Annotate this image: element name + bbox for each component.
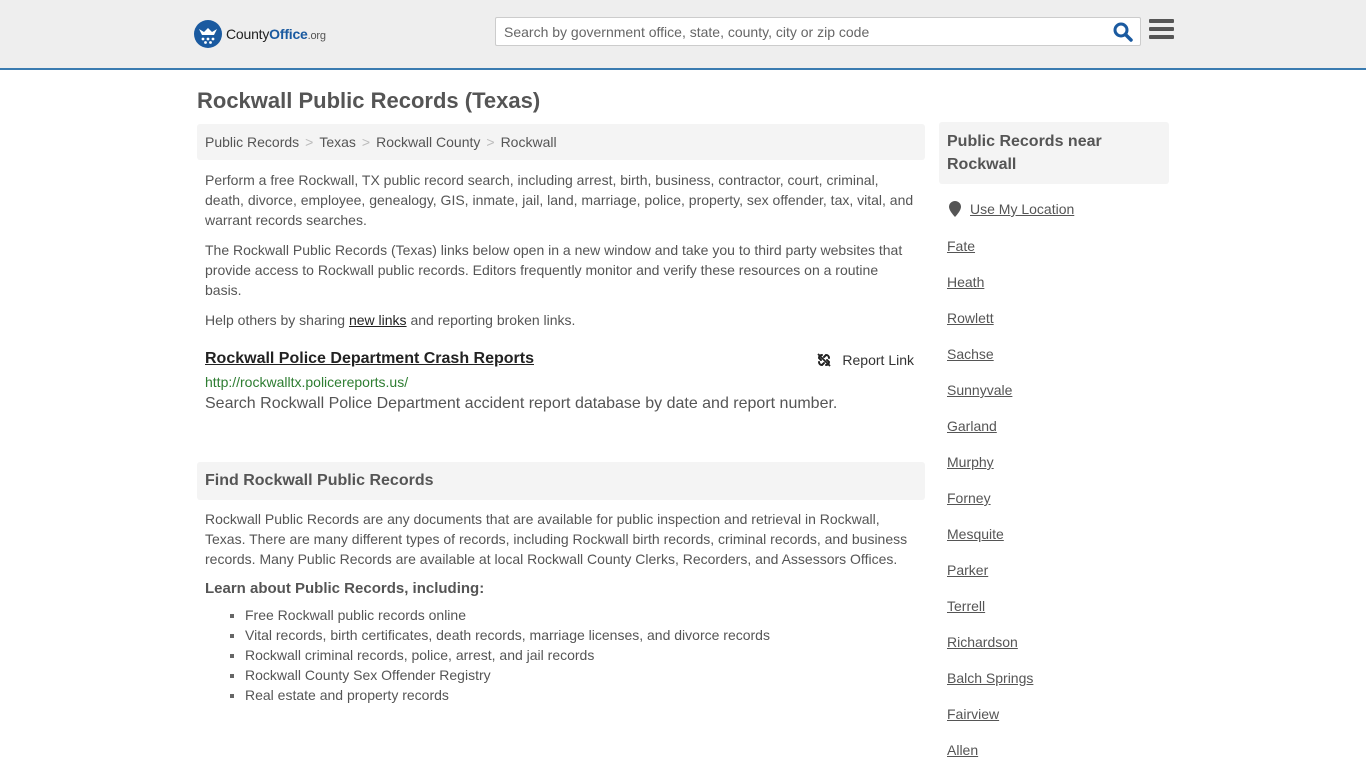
nearby-city-rowlett[interactable]: Rowlett	[947, 309, 1033, 345]
learn-list: Free Rockwall public records online Vita…	[205, 605, 917, 705]
eagle-logo-icon	[194, 20, 222, 48]
logo-text-tld: .org	[307, 30, 326, 42]
logo-text-office: Office	[269, 26, 308, 42]
breadcrumb-rockwall-county[interactable]: Rockwall County	[376, 134, 480, 150]
report-link-button[interactable]: Report Link	[816, 352, 914, 368]
search-icon	[1113, 22, 1133, 42]
nearby-city-sachse[interactable]: Sachse	[947, 345, 1033, 381]
nearby-cities-list: Fate Heath Rowlett Sachse Sunnyvale Garl…	[947, 237, 1033, 777]
intro-paragraph-2: The Rockwall Public Records (Texas) link…	[205, 242, 903, 298]
learn-heading: Learn about Public Records, including:	[205, 580, 485, 597]
nearby-city-richardson[interactable]: Richardson	[947, 633, 1033, 669]
menu-bar	[1149, 35, 1174, 39]
nearby-city-parker[interactable]: Parker	[947, 561, 1033, 597]
report-link-label: Report Link	[842, 352, 914, 368]
record-link-title[interactable]: Rockwall Police Department Crash Reports	[205, 350, 534, 367]
record-link-description: Search Rockwall Police Department accide…	[205, 395, 838, 412]
help-text-end: and reporting broken links.	[406, 312, 576, 328]
record-link-url[interactable]: http://rockwalltx.policereports.us/	[205, 374, 917, 390]
breadcrumb-texas[interactable]: Texas	[319, 134, 356, 150]
nearby-city-heath[interactable]: Heath	[947, 273, 1033, 309]
nearby-city-mesquite[interactable]: Mesquite	[947, 525, 1033, 561]
search-button[interactable]	[1112, 21, 1136, 43]
nearby-city-balch-springs[interactable]: Balch Springs	[947, 669, 1033, 705]
breadcrumb-separator: >	[305, 134, 314, 150]
breadcrumb-separator: >	[486, 134, 495, 150]
hamburger-menu-icon[interactable]	[1149, 19, 1175, 43]
new-links-link[interactable]: new links	[349, 312, 407, 328]
logo-text-county: County	[226, 26, 270, 42]
nearby-city-garland[interactable]: Garland	[947, 417, 1033, 453]
nearby-city-sunnyvale[interactable]: Sunnyvale	[947, 381, 1033, 417]
find-records-paragraph: Rockwall Public Records are any document…	[205, 511, 908, 567]
use-my-location[interactable]: Use My Location	[949, 201, 1074, 217]
help-text: Help others by sharing	[205, 312, 349, 328]
broken-link-icon	[817, 353, 832, 367]
list-item: Rockwall criminal records, police, arres…	[230, 645, 917, 665]
site-logo[interactable]: CountyOffice.org	[194, 20, 326, 48]
nearby-city-fairview[interactable]: Fairview	[947, 705, 1033, 741]
nearby-city-fate[interactable]: Fate	[947, 237, 1033, 273]
map-pin-icon	[949, 201, 961, 217]
breadcrumb-public-records[interactable]: Public Records	[205, 134, 299, 150]
site-header: CountyOffice.org	[0, 0, 1366, 70]
sidebar-heading: Public Records near Rockwall	[939, 122, 1169, 184]
nearby-city-murphy[interactable]: Murphy	[947, 453, 1033, 489]
breadcrumb-separator: >	[361, 134, 371, 150]
search-input[interactable]	[496, 18, 1106, 45]
menu-bar	[1149, 27, 1174, 31]
menu-bar	[1149, 19, 1174, 23]
list-item: Free Rockwall public records online	[230, 605, 917, 625]
nearby-city-terrell[interactable]: Terrell	[947, 597, 1033, 633]
list-item: Rockwall County Sex Offender Registry	[230, 665, 917, 685]
find-records-heading: Find Rockwall Public Records	[197, 462, 925, 500]
nearby-city-forney[interactable]: Forney	[947, 489, 1033, 525]
breadcrumb: Public Records > Texas > Rockwall County > Roc…	[197, 124, 925, 160]
use-my-location-link[interactable]: Use My Location	[970, 201, 1074, 217]
list-item: Vital records, birth certificates, death…	[230, 625, 917, 645]
find-records-section: Rockwall Public Records are any document…	[205, 509, 917, 705]
intro-paragraph-1: Perform a free Rockwall, TX public recor…	[205, 172, 914, 228]
page-title: Rockwall Public Records (Texas)	[197, 88, 541, 113]
logo-wordmark: CountyOffice.org	[226, 26, 326, 42]
list-item: Real estate and property records	[230, 685, 917, 705]
breadcrumb-current: Rockwall	[500, 134, 557, 150]
intro-paragraph-3: Help others by sharing new links and rep…	[205, 310, 917, 330]
intro-section: Perform a free Rockwall, TX public recor…	[205, 170, 917, 340]
search-bar	[495, 17, 1141, 46]
record-link-card: Rockwall Police Department Crash Reports…	[205, 350, 917, 413]
nearby-city-allen[interactable]: Allen	[947, 741, 1033, 777]
